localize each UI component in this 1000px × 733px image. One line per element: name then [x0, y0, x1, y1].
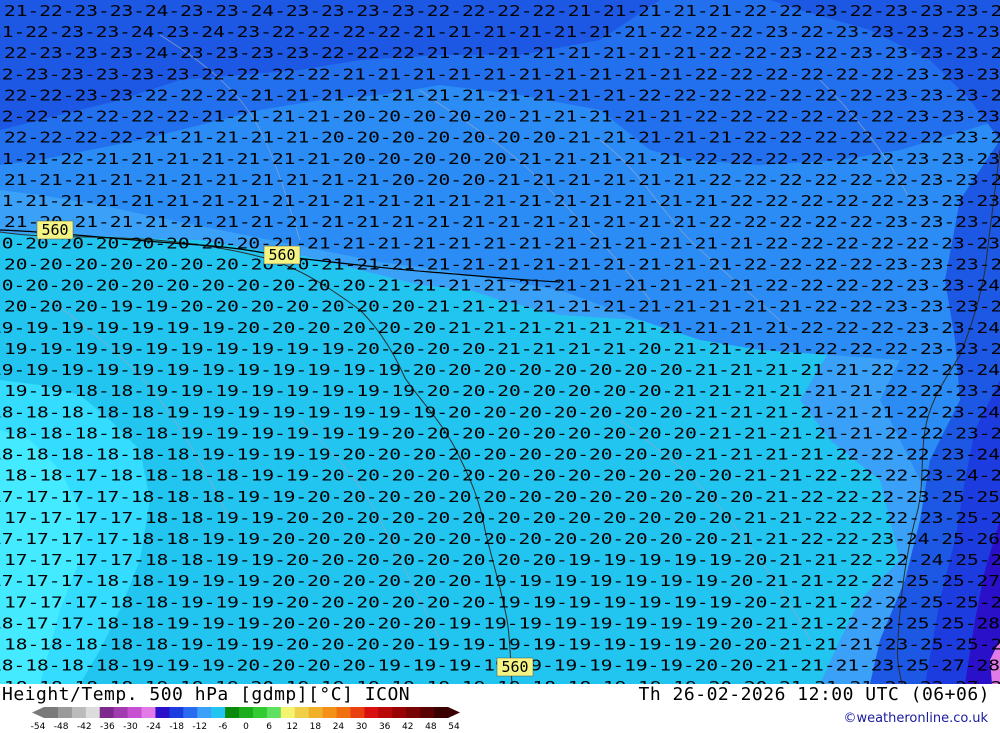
color-scale-tick-label: -12	[192, 722, 207, 731]
color-scale-swatch	[127, 707, 142, 718]
color-scale-tick-label: -36	[100, 722, 115, 731]
temperature-row: 20-20-20-20-20-20-20-20-20-20-20-21-21-2…	[0, 277, 1000, 295]
temperature-row: 18-17-17-18-18-19-19-19-20-20-20-20-20-1…	[0, 614, 1000, 632]
credit-link[interactable]: ©weatheronline.co.uk	[843, 711, 988, 726]
color-scale-swatch	[266, 707, 282, 718]
color-scale-swatch	[280, 707, 296, 718]
color-scale-tick-label: 48	[425, 722, 437, 731]
temperature-row: 19-19-18-18-19-19-19-19-19-19-19-19-20-2…	[4, 382, 1000, 400]
color-scale-tick-label: -30	[123, 722, 138, 731]
color-scale-tick-label: 6	[266, 722, 272, 731]
color-scale-swatch	[113, 707, 128, 718]
forecast-datetime: Th 26-02-2026 12:00 UTC (06+06)	[638, 684, 990, 705]
color-scale-tick-label: 0	[243, 722, 249, 731]
color-scale-swatch	[44, 707, 59, 718]
temperature-row: 18-18-17-18-18-18-18-19-19-20-20-20-20-2…	[4, 467, 1000, 485]
color-scale-legend: -54 -48 -42 -36 -30 -24 -18 -12 -6 0 6 12 18 24 30 36 42…	[31, 707, 460, 731]
color-scale-tick-label: -18	[169, 722, 184, 731]
temperature-row: 17-17-17-18-18-19-19-19-20-20-20-20-20-2…	[0, 572, 1000, 590]
temperature-row: 19-19-19-19-19-19-19-20-20-20-20-20-20-2…	[0, 319, 1000, 337]
temperature-row: 22-22-22-22-22-22-21-21-21-21-20-20-20-2…	[0, 108, 1000, 126]
height-label-560-south: 560	[496, 657, 534, 677]
temperature-row: 21-22-23-23-24-23-23-24-23-23-23-23-22-2…	[4, 2, 1000, 20]
color-scale-tick-label: 12	[286, 722, 297, 731]
temperature-row: 18-18-18-18-18-19-19-19-19-19-19-19-19-2…	[0, 403, 1000, 421]
temperature-row: 21-21-21-21-21-21-21-21-21-21-21-21-21-2…	[0, 192, 1000, 210]
color-scale-swatch	[406, 707, 421, 718]
temperature-row: 21-20-21-21-21-21-21-21-21-21-21-21-21-2…	[4, 213, 1000, 231]
height-label-text: 560	[41, 221, 68, 239]
temperature-row: 20-20-20-20-20-20-20-20-20-21-21-21-21-2…	[4, 255, 1000, 273]
temperature-row: 18-18-18-18-18-19-19-19-19-19-19-20-20-2…	[4, 424, 1000, 442]
color-scale-swatch	[183, 707, 198, 718]
color-scale-arrow-left	[32, 707, 44, 718]
color-scale-swatches	[32, 707, 460, 718]
color-scale-swatch	[155, 707, 170, 718]
temperature-row: 22-23-23-23-23-23-22-22-22-22-21-21-21-2…	[0, 65, 1000, 83]
temperature-row: 19-19-19-19-19-19-19-19-19-19-19-19-20-2…	[0, 361, 1000, 379]
temperature-row: 17-17-17-17-18-18-19-19-20-20-20-20-20-2…	[4, 509, 1000, 527]
color-scale-tick-label: 30	[356, 722, 368, 731]
temperature-row: 19-19-19-19-19-19-19-19-19-19-20-20-20-2…	[4, 340, 1000, 358]
temperature-row: 21-21-21-21-21-21-21-21-21-21-21-20-20-2…	[4, 171, 1000, 189]
color-scale-swatch	[364, 707, 379, 718]
color-scale-tick-label: 18	[310, 722, 322, 731]
map-title: Height/Temp. 500 hPa [gdmp][°C] ICON	[2, 684, 411, 705]
color-scale-swatch	[225, 707, 240, 718]
color-scale-tick-label: -42	[77, 722, 92, 731]
color-scale-swatch	[71, 707, 87, 718]
color-scale-swatch	[85, 707, 101, 718]
temperature-row: 17-17-17-17-18-18-18-19-19-20-20-20-20-2…	[0, 488, 1000, 506]
color-scale-swatch	[294, 707, 310, 718]
temperature-row: 21-21-22-21-21-21-21-21-21-21-20-20-20-2…	[0, 150, 1000, 168]
temperature-row: 22-22-22-22-21-21-21-21-21-20-20-20-20-2…	[4, 129, 1000, 147]
color-scale-tick-label: 42	[402, 722, 413, 731]
temperature-row: 20-20-20-20-20-20-20-20-21-21-21-21-21-2…	[0, 234, 1000, 252]
temperature-labels: 21-22-23-23-24-23-23-24-23-23-23-23-22-2…	[0, 2, 1000, 684]
height-label-560-west: 560	[36, 220, 74, 240]
temperature-row: 22-22-23-23-22-22-22-21-21-21-21-21-21-2…	[4, 86, 1000, 104]
color-scale-ticks: -54 -48 -42 -36 -30 -24 -18 -12 -6 0 6 12 18 24 30 36 42…	[31, 722, 460, 731]
color-scale-swatch	[378, 707, 393, 718]
color-scale-swatch	[308, 707, 324, 718]
weather-map: 21-22-23-23-24-23-23-24-23-23-23-23-22-2…	[0, 0, 1000, 684]
color-scale-swatch	[141, 707, 156, 718]
color-scale-tick-label: -6	[218, 722, 227, 731]
color-scale-swatch	[336, 707, 351, 718]
temperature-row: 18-18-18-18-18-19-19-19-20-20-20-20-19-1…	[4, 636, 1000, 654]
footer-bar: Height/Temp. 500 hPa [gdmp][°C] ICON Th …	[0, 684, 1000, 733]
color-scale-swatch	[99, 707, 115, 718]
color-scale-tick-label: -48	[54, 722, 69, 731]
color-scale-swatch	[350, 707, 365, 718]
color-scale-swatch	[252, 707, 268, 718]
color-scale-swatch	[434, 707, 449, 718]
temperature-row: 17-17-17-18-18-19-19-19-20-20-20-20-20-2…	[4, 593, 1000, 611]
color-scale-swatch	[57, 707, 73, 718]
color-scale-tick-label: -54	[31, 722, 46, 731]
color-scale-swatch	[322, 707, 337, 718]
temperature-row: 18-18-18-18-18-18-19-19-19-19-20-20-20-2…	[0, 446, 1000, 464]
height-label-text: 560	[268, 246, 295, 264]
temperature-row: 22-23-23-23-24-23-23-23-23-22-22-22-21-2…	[4, 44, 1000, 62]
color-scale-swatch	[239, 707, 254, 718]
color-scale-tick-label: 36	[379, 722, 391, 731]
temperature-row: 21-22-23-23-24-23-24-23-22-22-22-22-21-2…	[0, 23, 1000, 41]
color-scale-tick-label: 24	[333, 722, 345, 731]
temperature-row: 20-20-20-19-19-20-20-20-20-20-20-20-21-2…	[4, 298, 1000, 316]
color-scale-swatch	[211, 707, 226, 718]
color-scale-tick-label: 54	[448, 722, 460, 731]
temperature-row: 17-17-17-17-18-18-19-19-20-20-20-20-20-2…	[0, 530, 1000, 548]
color-scale-tick-label: -24	[146, 722, 161, 731]
color-scale-swatch	[420, 707, 435, 718]
weather-map-canvas: 21-22-23-23-24-23-23-24-23-23-23-23-22-2…	[0, 0, 1000, 684]
color-scale-swatch	[169, 707, 184, 718]
color-scale-swatch	[197, 707, 212, 718]
temperature-row: 17-17-17-17-18-18-19-19-20-20-20-20-20-2…	[4, 551, 1000, 569]
height-label-text: 560	[501, 658, 528, 676]
color-scale-swatch	[392, 707, 407, 718]
height-label-560-center: 560	[263, 245, 301, 265]
color-scale-arrow-right	[448, 707, 460, 718]
